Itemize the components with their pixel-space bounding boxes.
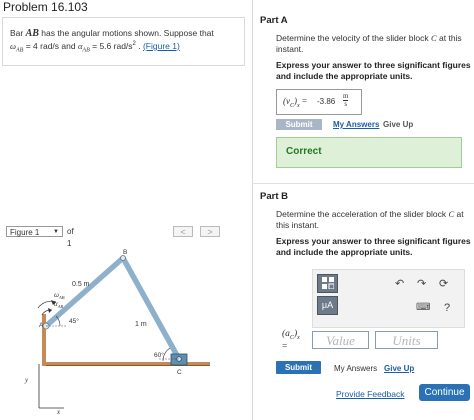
problem-title: Problem 16.103	[3, 0, 88, 14]
keyboard-icon[interactable]: ⌨	[416, 302, 430, 314]
template-icon	[321, 277, 334, 290]
mu-a-icon: μA	[321, 300, 334, 310]
part-a-question: Determine the velocity of the slider blo…	[276, 33, 474, 55]
part-a-give-up-link[interactable]: Give Up	[383, 120, 413, 129]
figure-link[interactable]: (Figure 1)	[143, 41, 180, 51]
y-axis-label: y	[24, 376, 29, 384]
label-angle-60: 60°	[154, 351, 164, 359]
label-angle-45: 45°	[69, 317, 79, 325]
part-b-answer-eq: =	[282, 342, 288, 352]
intro-text-2: has the angular motions shown. Suppose t…	[38, 28, 214, 38]
part-a-submit-tab[interactable]: Submit	[276, 119, 322, 130]
continue-button[interactable]: Continue	[419, 384, 470, 401]
label-c: C	[177, 369, 182, 376]
label-len-bc: 1 m	[135, 321, 147, 328]
provide-feedback-link[interactable]: Provide Feedback	[336, 389, 405, 399]
label-len-ab: 0.5 m	[72, 281, 90, 288]
figure-select-value: Figure 1	[10, 228, 40, 237]
part-b-title: Part B	[260, 191, 288, 202]
prev-figure-button[interactable]: <	[173, 226, 193, 237]
problem-intro-text: Bar AB has the angular motions shown. Su…	[10, 28, 242, 57]
intro-alpha-sub: AB	[82, 47, 90, 54]
part-a-answer-unit: ms	[343, 93, 349, 108]
part-a-label-eq: =	[299, 96, 308, 106]
template-button[interactable]	[317, 274, 338, 293]
part-a-answer-display: (vC)x = -3.86 ms	[276, 89, 362, 115]
part-b-question: Determine the acceleration of the slider…	[276, 209, 474, 231]
intro-text-1: Bar	[10, 28, 26, 38]
units-button[interactable]: μA	[317, 296, 338, 315]
part-b-answer-label: (aC)x	[282, 329, 300, 341]
part-divider	[252, 183, 474, 184]
label-omega: ωAB	[54, 291, 65, 300]
reset-icon[interactable]: ⟳	[439, 278, 448, 290]
part-a-answer-value: -3.86	[317, 97, 336, 106]
part-b-submit-button[interactable]: Submit	[276, 361, 321, 374]
value-input[interactable]: Value	[312, 331, 369, 349]
part-a-result-box: Correct	[276, 137, 462, 168]
intro-and: and	[59, 40, 78, 51]
next-figure-button[interactable]: >	[200, 226, 220, 237]
help-icon[interactable]: ?	[444, 302, 450, 314]
part-a-question-1: Determine the velocity of the slider blo…	[276, 33, 431, 43]
label-alpha-sub: AB	[57, 304, 64, 309]
pane-divider	[252, 0, 253, 420]
intro-alpha-eq: = 5.6 rad/s	[89, 40, 133, 51]
part-b-instruction: Express your answer to three significant…	[276, 236, 471, 257]
part-a-label-open: (v	[283, 96, 290, 106]
part-a-my-answers-link[interactable]: My Answers	[333, 120, 379, 129]
mechanism-figure: y x B C A 0.5 m 1 m 45° 60° ωAB αAB	[24, 249, 210, 416]
label-b: B	[123, 249, 127, 256]
intro-sep: .	[135, 40, 143, 51]
part-b-label-x: x	[297, 334, 300, 341]
equation-toolbar: μA ↶ ↷ ⟳ ⌨ ?	[312, 269, 465, 328]
part-a-answer-label: (vC)x =	[283, 96, 307, 109]
figure-select[interactable]: Figure 1 ▼	[6, 226, 63, 237]
part-a-title: Part A	[260, 15, 288, 26]
part-b-give-up-link[interactable]: Give Up	[384, 364, 414, 373]
chevron-down-icon: ▼	[53, 229, 59, 235]
label-a: A	[39, 322, 44, 329]
x-axis-label: x	[56, 408, 61, 416]
part-b-label-open: (a	[282, 329, 290, 339]
redo-icon[interactable]: ↷	[417, 278, 426, 290]
units-input[interactable]: Units	[375, 331, 438, 349]
bar-bc	[120, 255, 182, 362]
part-b-my-answers-link[interactable]: My Answers	[334, 364, 377, 373]
intro-bar-name: AB	[25, 28, 39, 39]
alpha-arrowhead	[48, 308, 52, 313]
intro-omega-eq: = 4 rad/s	[23, 40, 60, 51]
pin-b	[120, 255, 126, 261]
part-a-instruction: Express your answer to three significant…	[276, 60, 471, 81]
part-b-question-1: Determine the acceleration of the slider…	[276, 209, 449, 219]
label-omega-sub: AB	[58, 295, 65, 300]
part-a-result-text: Correct	[286, 146, 322, 157]
part-a-unit-den: s	[344, 100, 348, 108]
undo-icon[interactable]: ↶	[395, 278, 404, 290]
label-alpha: αAB	[54, 300, 63, 309]
